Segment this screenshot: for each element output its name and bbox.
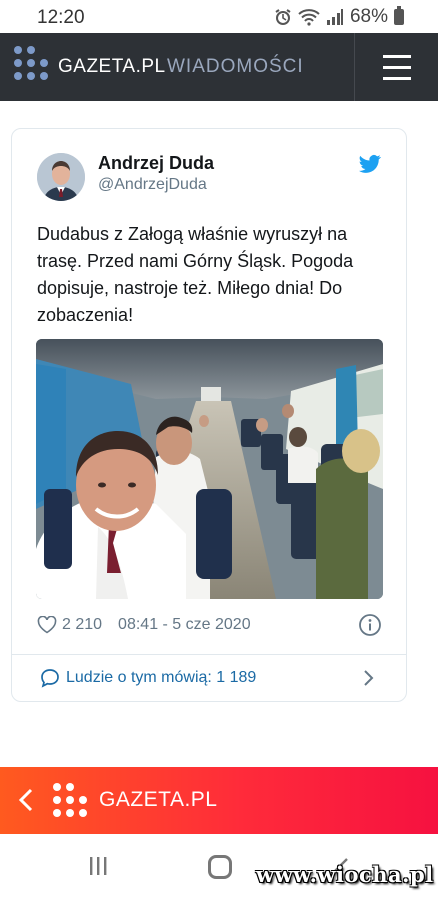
divider (12, 654, 406, 655)
system-nav-bar: www.wiocha.pl (0, 835, 438, 900)
like-count[interactable]: 2 210 (62, 616, 102, 634)
gazeta-logo-icon[interactable] (14, 46, 48, 86)
tweet-card[interactable]: Andrzej Duda @AndrzejDuda Dudabus z Zało… (11, 128, 407, 702)
watermark: www.wiocha.pl (256, 862, 434, 887)
heart-icon[interactable] (37, 616, 57, 634)
twitter-bird-icon[interactable] (359, 154, 381, 174)
back-arrow-icon[interactable] (17, 787, 35, 813)
tweet-text: Dudabus z Załogą właśnie wyruszył na tra… (37, 224, 354, 325)
site-section[interactable]: WIADOMOŚCI (167, 56, 304, 78)
site-brand[interactable]: GAZETA.PL (58, 56, 166, 78)
status-icons: 68% (274, 6, 404, 28)
status-time: 12:20 (37, 7, 85, 28)
gazeta-bottom-bar: GAZETA.PL (0, 767, 438, 834)
conversation-label[interactable]: Ludzie o tym mówią: 1 189 (66, 669, 256, 687)
tweet-author-handle[interactable]: @AndrzejDuda (98, 176, 207, 194)
conversation-link[interactable]: Ludzie o tym mówią: 1 189 (40, 665, 256, 691)
site-header: GAZETA.PL WIADOMOŚCI (0, 33, 438, 101)
wifi-icon (298, 9, 320, 26)
hamburger-menu-icon[interactable] (354, 33, 438, 101)
bottom-bar-brand[interactable]: GAZETA.PL (99, 788, 217, 812)
tweet-meta: 2 210 08:41 - 5 cze 2020 (37, 613, 251, 637)
avatar[interactable] (37, 153, 85, 201)
chat-bubble-icon (41, 669, 59, 688)
tweet-photo[interactable] (36, 339, 383, 599)
home-icon[interactable] (208, 855, 232, 879)
battery-percent: 68% (349, 6, 388, 27)
chevron-right-icon[interactable] (361, 669, 375, 687)
info-icon[interactable] (358, 613, 382, 637)
tweet-author-name[interactable]: Andrzej Duda (98, 153, 214, 174)
alarm-icon (275, 9, 291, 25)
signal-icon (326, 9, 343, 25)
status-bar: 12:20 68% (0, 0, 438, 33)
tweet-timestamp[interactable]: 08:41 - 5 cze 2020 (118, 616, 251, 634)
battery-icon (394, 6, 404, 25)
recent-apps-icon[interactable] (88, 856, 108, 876)
gazeta-logo-icon[interactable] (53, 783, 87, 819)
